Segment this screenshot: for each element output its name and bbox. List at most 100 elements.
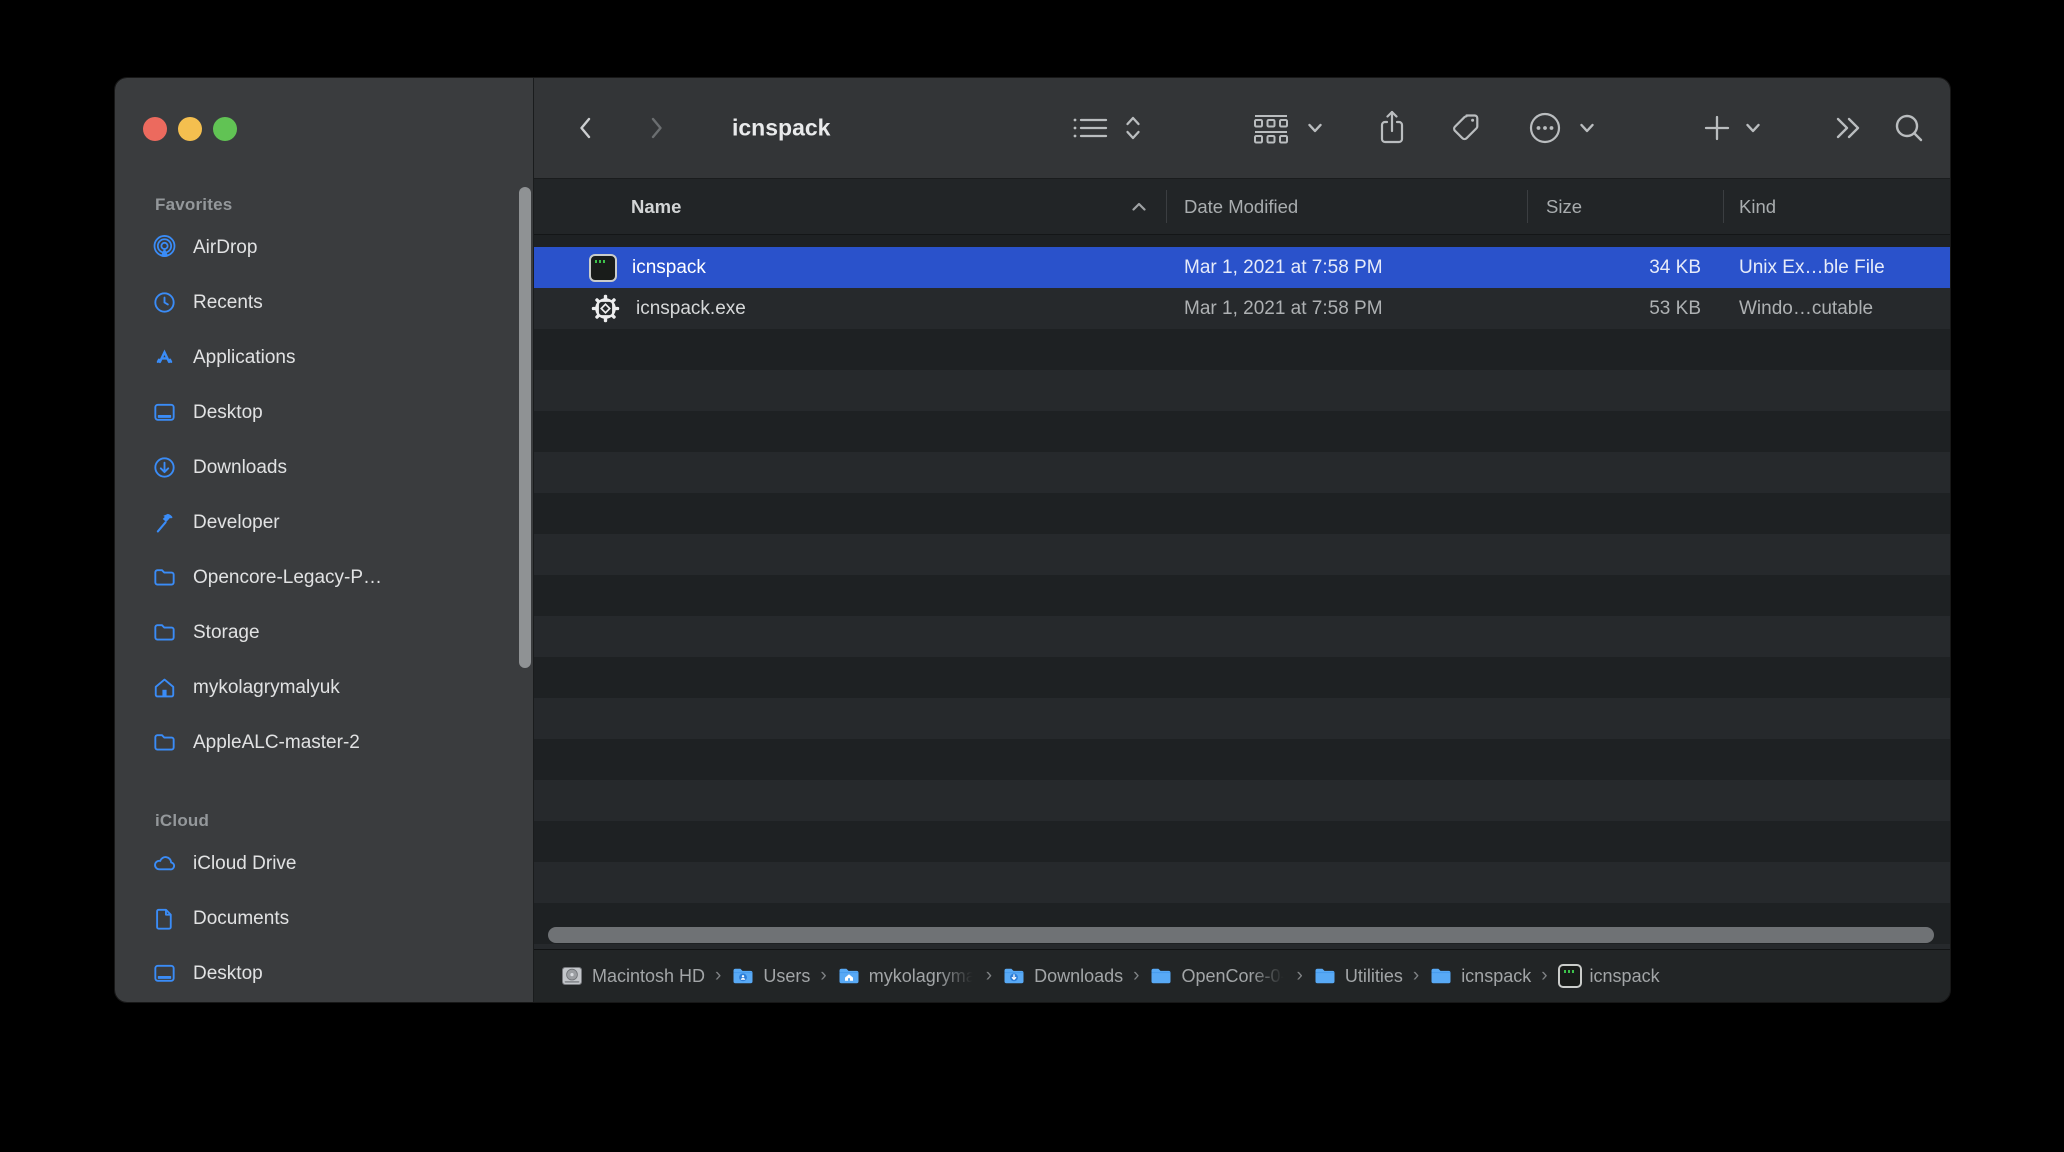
group-by-icon[interactable] bbox=[1250, 111, 1292, 145]
clock-icon bbox=[151, 290, 177, 316]
sidebar-item-developer[interactable]: Developer bbox=[115, 495, 533, 550]
horizontal-scrollbar[interactable] bbox=[548, 927, 1934, 943]
column-header-kind[interactable]: Kind bbox=[1739, 179, 1776, 234]
window-title: icnspack bbox=[732, 114, 831, 141]
minimize-window-button[interactable] bbox=[178, 117, 202, 141]
file-date-modified: Mar 1, 2021 at 7:58 PM bbox=[1184, 297, 1383, 319]
sidebar-item-home[interactable]: mykolagrymalyuk bbox=[115, 660, 533, 715]
sidebar-item-icloud-drive[interactable]: iCloud Drive bbox=[115, 836, 533, 891]
path-item-macintosh-hd[interactable]: Macintosh HD bbox=[560, 964, 705, 988]
document-icon bbox=[151, 906, 177, 932]
share-icon[interactable] bbox=[1376, 109, 1408, 147]
window-controls bbox=[143, 117, 237, 141]
chevron-down-icon[interactable] bbox=[1306, 121, 1324, 135]
path-item-utilities[interactable]: Utilities bbox=[1313, 964, 1403, 988]
sidebar-item-label: Developer bbox=[193, 511, 280, 533]
sidebar-item-downloads[interactable]: Downloads bbox=[115, 440, 533, 495]
sidebar-item-icloud-desktop[interactable]: Desktop bbox=[115, 946, 533, 1001]
path-separator: › bbox=[820, 965, 827, 986]
folder-icon bbox=[1429, 964, 1453, 988]
sidebar-item-label: Opencore-Legacy-P… bbox=[193, 566, 383, 588]
column-divider[interactable] bbox=[1166, 190, 1167, 223]
sidebar-item-label: Storage bbox=[193, 621, 260, 643]
column-header-name[interactable]: Name bbox=[631, 179, 681, 234]
cloud-icon bbox=[151, 851, 177, 877]
close-window-button[interactable] bbox=[143, 117, 167, 141]
sidebar-item-applications[interactable]: Applications bbox=[115, 330, 533, 385]
view-sort-chevrons-icon[interactable] bbox=[1124, 113, 1142, 143]
sidebar: Favorites AirDrop Recents Applications D… bbox=[115, 78, 533, 1002]
path-item-icnspack-folder[interactable]: icnspack bbox=[1429, 964, 1531, 988]
file-name: icnspack bbox=[632, 256, 706, 278]
forward-button[interactable] bbox=[642, 113, 670, 143]
folder-icon bbox=[151, 620, 177, 646]
list-view-icon[interactable] bbox=[1070, 113, 1110, 143]
sidebar-scrollbar[interactable] bbox=[519, 187, 531, 668]
folder-home-icon bbox=[837, 964, 861, 988]
windows-executable-icon bbox=[589, 293, 621, 325]
sidebar-item-label: Desktop bbox=[193, 962, 263, 984]
path-item-label: Users bbox=[763, 965, 811, 986]
column-divider[interactable] bbox=[1527, 190, 1528, 223]
path-item-downloads[interactable]: Downloads bbox=[1002, 964, 1123, 988]
file-size: 53 KB bbox=[1649, 297, 1701, 319]
more-actions-icon[interactable] bbox=[1526, 109, 1564, 147]
sidebar-item-documents[interactable]: Documents bbox=[115, 891, 533, 946]
sidebar-item-label: Documents bbox=[193, 907, 290, 929]
chevron-down-icon[interactable] bbox=[1744, 121, 1762, 135]
path-item-opencore[interactable]: OpenCore-0- bbox=[1149, 964, 1287, 988]
sidebar-item-recents[interactable]: Recents bbox=[115, 275, 533, 330]
add-icon[interactable] bbox=[1702, 113, 1732, 143]
file-row-icnspack[interactable]: icnspack Mar 1, 2021 at 7:58 PM 34 KB Un… bbox=[534, 247, 1950, 288]
unix-executable-icon bbox=[1557, 964, 1582, 988]
path-separator: › bbox=[1541, 965, 1548, 986]
file-list: icnspack Mar 1, 2021 at 7:58 PM 34 KB Un… bbox=[534, 235, 1950, 949]
path-separator: › bbox=[1133, 965, 1140, 986]
file-size: 34 KB bbox=[1649, 256, 1701, 278]
tag-icon[interactable] bbox=[1448, 110, 1484, 146]
finder-window: Favorites AirDrop Recents Applications D… bbox=[114, 77, 1951, 1003]
folder-icon bbox=[1313, 964, 1337, 988]
path-separator: › bbox=[985, 965, 993, 986]
column-header-date-modified[interactable]: Date Modified bbox=[1184, 179, 1298, 234]
sidebar-item-desktop[interactable]: Desktop bbox=[115, 385, 533, 440]
back-button[interactable] bbox=[572, 113, 600, 143]
home-icon bbox=[151, 675, 177, 701]
path-item-label: mykolagryma bbox=[868, 965, 976, 986]
desktop-background: Favorites AirDrop Recents Applications D… bbox=[0, 0, 2064, 1152]
file-row-icnspack-exe[interactable]: icnspack.exe Mar 1, 2021 at 7:58 PM 53 K… bbox=[534, 288, 1950, 329]
airdrop-icon bbox=[151, 235, 177, 261]
column-header-row: Name Date Modified Size Kind bbox=[534, 178, 1950, 235]
path-item-users[interactable]: Users bbox=[731, 964, 810, 988]
hard-drive-icon bbox=[560, 964, 584, 988]
sidebar-section-icloud-label: iCloud bbox=[155, 811, 210, 830]
sidebar-section-favorites-label: Favorites bbox=[155, 195, 233, 214]
fullscreen-window-button[interactable] bbox=[213, 117, 237, 141]
chevron-down-icon[interactable] bbox=[1578, 121, 1596, 135]
hammer-icon bbox=[151, 510, 177, 536]
file-kind: Unix Ex…ble File bbox=[1739, 256, 1885, 278]
path-item-user-home[interactable]: mykolagryma bbox=[837, 964, 976, 988]
path-item-label: OpenCore-0- bbox=[1181, 965, 1287, 986]
path-item-label: Utilities bbox=[1344, 965, 1403, 986]
folder-downloads-icon bbox=[1002, 964, 1026, 988]
sort-ascending-icon[interactable] bbox=[1129, 179, 1149, 234]
sidebar-item-storage[interactable]: Storage bbox=[115, 605, 533, 660]
sidebar-item-label: AppleALC-master-2 bbox=[193, 731, 360, 753]
sidebar-item-airdrop[interactable]: AirDrop bbox=[115, 220, 533, 275]
search-icon[interactable] bbox=[1892, 111, 1926, 145]
sidebar-item-opencore-legacy[interactable]: Opencore-Legacy-P… bbox=[115, 550, 533, 605]
folder-users-icon bbox=[731, 964, 755, 988]
toolbar-overflow-icon[interactable] bbox=[1832, 114, 1866, 142]
unix-executable-icon bbox=[589, 253, 617, 282]
path-item-label: icnspack bbox=[1461, 965, 1532, 986]
file-name: icnspack.exe bbox=[636, 297, 746, 319]
column-divider[interactable] bbox=[1723, 190, 1724, 223]
sidebar-list: Favorites AirDrop Recents Applications D… bbox=[115, 78, 533, 1001]
path-bar: Macintosh HD › Users › mykolagryma › Dow… bbox=[534, 949, 1950, 1002]
path-item-label: Macintosh HD bbox=[592, 965, 706, 986]
column-header-size[interactable]: Size bbox=[1546, 179, 1582, 234]
path-item-icnspack-file[interactable]: icnspack bbox=[1557, 964, 1660, 988]
sidebar-item-applealc[interactable]: AppleALC-master-2 bbox=[115, 715, 533, 770]
folder-icon bbox=[151, 565, 177, 591]
